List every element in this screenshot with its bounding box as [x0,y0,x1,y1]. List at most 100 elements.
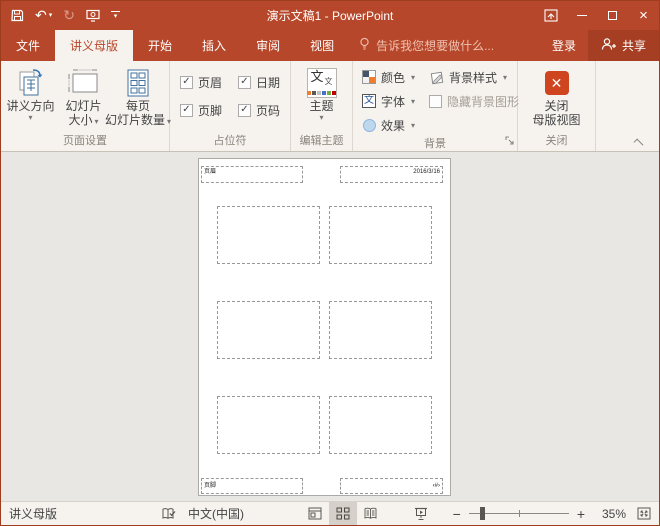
view-shortcut-buttons [301,502,435,525]
zoom-out-button[interactable]: − [453,506,461,522]
checkbox-header[interactable]: ✓ 页眉 [180,74,238,91]
slide-size-label-2: 大小▾ [68,113,98,129]
footer-placeholder-text: 页脚 [204,483,216,489]
zoom-level[interactable]: 35% [597,507,631,521]
hide-background-graphics-label: 隐藏背景图形 [447,93,519,110]
fonts-button[interactable]: 文 字体 ▾ [361,93,425,110]
powerpoint-window: ↶ ▾ ↻ ▾ 演示文稿1 - PowerPoint × 文件 讲义母版 开始 [0,0,660,526]
colors-caret-icon: ▾ [411,73,415,82]
page-number-checkbox-icon: ✓ [238,104,251,117]
slideshow-view-button[interactable] [407,502,435,525]
fonts-caret-icon: ▾ [411,97,415,106]
handout-master-page[interactable]: 页眉 2016/3/16 页脚 ‹#› [198,158,451,496]
footer-placeholder[interactable]: 页脚 [201,478,303,494]
sign-in-button[interactable]: 登录 [540,30,588,61]
header-checkbox-icon: ✓ [180,76,193,89]
group-page-setup: 讲义方向 ▾ 幻灯片 大小▾ 每页 幻灯片数量▾ [1,61,170,151]
date-placeholder-text: 2016/3/16 [413,169,440,175]
checkbox-date-label: 日期 [256,74,280,91]
colors-button[interactable]: 颜色 ▾ [361,69,425,86]
slides-per-page-label-2: 幻灯片数量▾ [105,113,171,129]
zoom-slider-handle[interactable] [480,507,485,520]
background-styles-label: 背景样式 [449,69,497,86]
slide-image-placeholder-4[interactable] [329,301,432,359]
share-label: 共享 [622,37,646,54]
group-background: 颜色 ▾ 背景样式 ▾ 文 字体 ▾ [353,61,518,151]
zoom-slider[interactable] [469,513,569,514]
tab-review[interactable]: 审阅 [241,30,295,61]
zoom-slider-center-tick [519,510,520,517]
normal-view-icon [308,507,322,520]
save-icon[interactable] [11,9,24,22]
normal-view-button[interactable] [301,502,329,525]
slides-per-page-icon [125,66,151,99]
close-master-view-button[interactable]: ✕ 关闭 母版视图 [522,61,592,133]
tab-file[interactable]: 文件 [1,30,55,61]
slide-image-placeholder-1[interactable] [217,206,320,264]
slide-sorter-view-icon [336,507,350,520]
background-styles-button[interactable]: 背景样式 ▾ [429,69,519,86]
group-label-page-setup: 页面设置 [1,134,169,151]
themes-caret-icon: ▾ [319,113,323,122]
share-button[interactable]: 共享 [588,30,659,61]
fonts-icon: 文 [361,93,377,109]
themes-button[interactable]: 文 文 主题 ▾ [294,61,350,133]
handout-orientation-button[interactable]: 讲义方向 ▾ [3,61,58,133]
date-checkbox-icon: ✓ [238,76,251,89]
undo-caret-icon[interactable]: ▾ [49,12,53,19]
checkbox-date[interactable]: ✓ 日期 [238,74,296,91]
ribbon-display-options-icon[interactable] [535,1,566,30]
handout-orientation-caret-icon: ▾ [28,113,32,122]
tab-handout-master[interactable]: 讲义母版 [55,30,133,61]
group-close: ✕ 关闭 母版视图 关闭 [518,61,596,151]
effects-button[interactable]: 效果 ▾ [361,117,425,134]
customize-qat-icon[interactable]: ▾ [111,11,120,20]
slide-image-placeholder-6[interactable] [329,396,432,454]
tell-me-box[interactable]: 告诉我您想要做什么... [349,30,504,61]
collapse-ribbon-icon[interactable] [634,139,644,149]
header-placeholder[interactable]: 页眉 [201,166,303,183]
start-slideshow-icon[interactable] [86,9,100,22]
title-bar: ↶ ▾ ↻ ▾ 演示文稿1 - PowerPoint × [1,1,659,30]
themes-icon: 文 文 [307,66,337,99]
slide-image-placeholder-5[interactable] [217,396,320,454]
background-styles-caret-icon: ▾ [503,73,507,82]
background-styles-icon [429,69,445,85]
tab-home[interactable]: 开始 [133,30,187,61]
close-master-view-icon: ✕ [545,66,569,99]
tabrow-spacer [504,30,540,61]
spell-check-icon[interactable] [161,507,176,521]
tab-view[interactable]: 视图 [295,30,349,61]
background-dialog-launcher-icon[interactable] [505,135,515,149]
slides-per-page-button[interactable]: 每页 幻灯片数量▾ [109,61,167,133]
slide-size-icon [66,66,100,99]
statusbar-language[interactable]: 中文(中国) [188,505,244,522]
ribbon: 讲义方向 ▾ 幻灯片 大小▾ 每页 幻灯片数量▾ [1,61,659,152]
redo-icon: ↻ [63,9,75,23]
slide-image-placeholder-3[interactable] [217,301,320,359]
handout-orientation-label: 讲义方向 [6,99,54,113]
undo-button[interactable]: ↶ ▾ [35,9,52,23]
hide-background-graphics-checkbox[interactable]: 隐藏背景图形 [429,93,519,110]
slide-image-placeholder-2[interactable] [329,206,432,264]
checkbox-page-number[interactable]: ✓ 页码 [238,102,296,119]
share-person-icon [601,37,616,54]
close-icon: × [639,8,648,23]
slide-sorter-view-button[interactable] [329,502,357,525]
date-placeholder[interactable]: 2016/3/16 [340,166,443,183]
group-label-edit-theme: 编辑主题 [291,134,352,151]
fit-to-window-button[interactable] [637,507,651,520]
lightbulb-icon [359,37,370,54]
maximize-button[interactable] [597,1,628,30]
checkbox-footer[interactable]: ✓ 页脚 [180,102,238,119]
page-number-placeholder[interactable]: ‹#› [340,478,443,494]
effects-label: 效果 [381,117,405,134]
close-button[interactable]: × [628,1,659,30]
zoom-in-button[interactable]: + [577,506,585,522]
checkbox-header-label: 页眉 [198,74,222,91]
tab-insert[interactable]: 插入 [187,30,241,61]
minimize-button[interactable] [566,1,597,30]
reading-view-button[interactable] [357,502,385,525]
fit-to-window-icon [637,507,651,520]
slide-size-button[interactable]: 幻灯片 大小▾ [58,61,109,133]
